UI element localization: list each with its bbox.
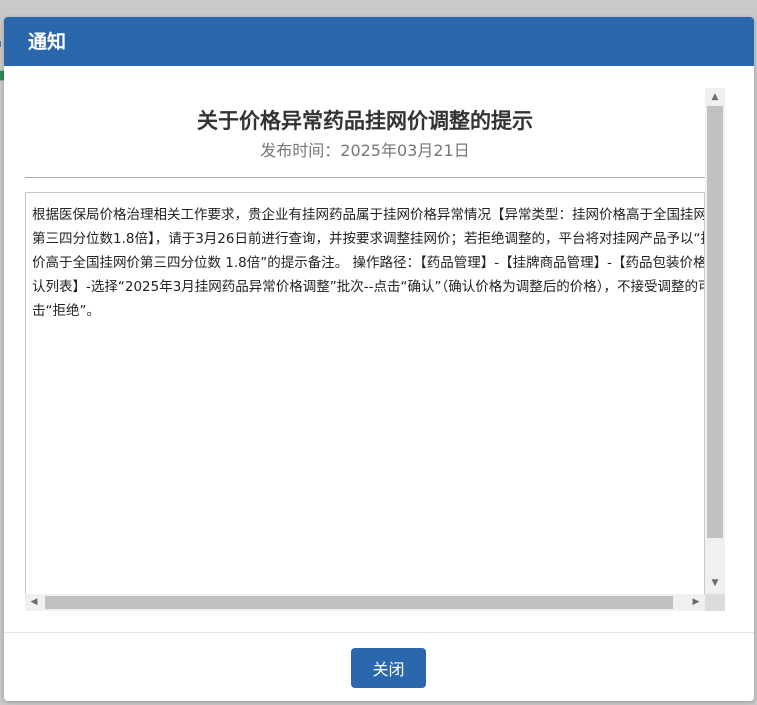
dialog-body: 关于价格异常药品挂网价调整的提示 发布时间：2025年03月21日 根据医保局价… xyxy=(4,66,754,632)
scroll-left-icon[interactable]: ◀ xyxy=(25,594,43,611)
notice-content-box[interactable]: 根据医保局价格治理相关工作要求，贵企业有挂网药品属于挂网价格异常情况【异常类型：… xyxy=(25,192,705,596)
close-button[interactable]: 关闭 xyxy=(351,648,426,688)
scroll-up-icon[interactable]: ▲ xyxy=(705,88,725,106)
vertical-scroll-thumb[interactable] xyxy=(707,106,723,538)
scroll-right-icon[interactable]: ▶ xyxy=(687,594,705,611)
notice-dialog: 通知 关于价格异常药品挂网价调整的提示 发布时间：2025年03月21日 根据医… xyxy=(4,17,754,701)
notice-heading: 关于价格异常药品挂网价调整的提示 xyxy=(197,109,533,133)
backdrop-fragment: a xyxy=(0,36,2,51)
publish-date: 发布时间：2025年03月21日 xyxy=(260,141,470,160)
notice-frame[interactable]: 关于价格异常药品挂网价调整的提示 发布时间：2025年03月21日 根据医保局价… xyxy=(25,88,725,611)
divider xyxy=(25,177,705,178)
notice-content: 根据医保局价格治理相关工作要求，贵企业有挂网药品属于挂网价格异常情况【异常类型：… xyxy=(32,207,705,319)
backdrop-fragment: ) xyxy=(0,106,1,121)
dialog-header: 通知 xyxy=(4,17,754,66)
dialog-title: 通知 xyxy=(28,31,67,53)
horizontal-scroll-thumb[interactable] xyxy=(45,596,673,609)
scrollbar-corner xyxy=(705,594,725,611)
scroll-down-icon[interactable]: ▼ xyxy=(705,574,725,592)
vertical-scrollbar[interactable]: ▲ ▼ xyxy=(705,88,725,594)
horizontal-scrollbar[interactable]: ◀ ▶ xyxy=(25,594,705,611)
dialog-footer: 关闭 xyxy=(4,632,754,701)
